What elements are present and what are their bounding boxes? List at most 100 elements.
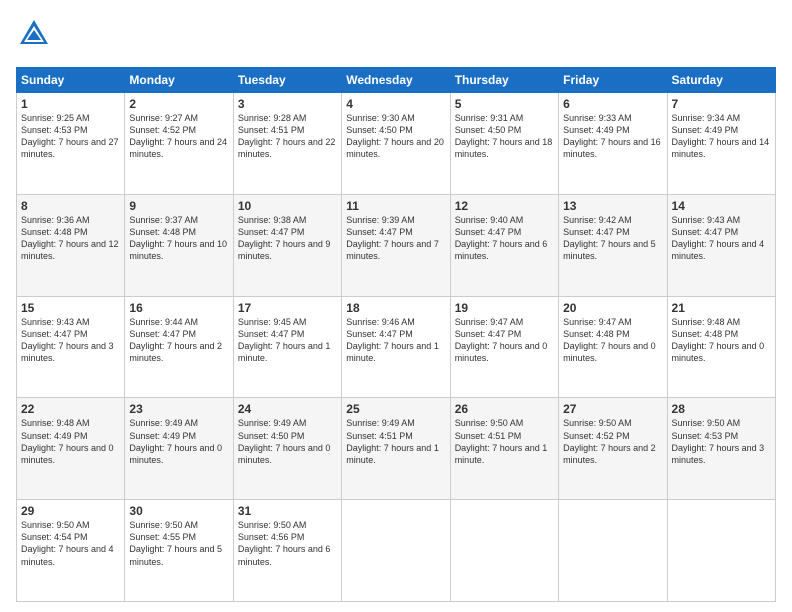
- day-number: 29: [21, 504, 120, 518]
- logo: [16, 16, 56, 57]
- calendar-cell: 14 Sunrise: 9:43 AMSunset: 4:47 PMDayligh…: [667, 194, 775, 296]
- calendar-cell: 25 Sunrise: 9:49 AMSunset: 4:51 PMDayligh…: [342, 398, 450, 500]
- calendar-cell: 20 Sunrise: 9:47 AMSunset: 4:48 PMDayligh…: [559, 296, 667, 398]
- day-info: Sunrise: 9:49 AMSunset: 4:50 PMDaylight:…: [238, 418, 331, 464]
- calendar-cell: 23 Sunrise: 9:49 AMSunset: 4:49 PMDayligh…: [125, 398, 233, 500]
- calendar-week-1: 1 Sunrise: 9:25 AMSunset: 4:53 PMDaylight…: [17, 93, 776, 195]
- day-number: 24: [238, 402, 337, 416]
- day-number: 5: [455, 97, 554, 111]
- day-info: Sunrise: 9:25 AMSunset: 4:53 PMDaylight:…: [21, 113, 119, 159]
- day-info: Sunrise: 9:46 AMSunset: 4:47 PMDaylight:…: [346, 317, 439, 363]
- calendar-cell: 5 Sunrise: 9:31 AMSunset: 4:50 PMDaylight…: [450, 93, 558, 195]
- day-number: 15: [21, 301, 120, 315]
- day-number: 9: [129, 199, 228, 213]
- day-info: Sunrise: 9:36 AMSunset: 4:48 PMDaylight:…: [21, 215, 119, 261]
- calendar-cell: 3Sunrise: 9:28 AMSunset: 4:51 PMDaylight…: [233, 93, 341, 195]
- day-number: 30: [129, 504, 228, 518]
- day-header-tuesday: Tuesday: [233, 68, 341, 93]
- day-info: Sunrise: 9:48 AMSunset: 4:48 PMDaylight:…: [672, 317, 765, 363]
- calendar-table: SundayMondayTuesdayWednesdayThursdayFrid…: [16, 67, 776, 602]
- calendar-cell: 30 Sunrise: 9:50 AMSunset: 4:55 PMDayligh…: [125, 500, 233, 602]
- day-info: Sunrise: 9:47 AMSunset: 4:48 PMDaylight:…: [563, 317, 656, 363]
- day-number: 28: [672, 402, 771, 416]
- calendar-week-5: 29 Sunrise: 9:50 AMSunset: 4:54 PMDayligh…: [17, 500, 776, 602]
- calendar-week-3: 15 Sunrise: 9:43 AMSunset: 4:47 PMDayligh…: [17, 296, 776, 398]
- day-number: 23: [129, 402, 228, 416]
- calendar-cell: 26 Sunrise: 9:50 AMSunset: 4:51 PMDayligh…: [450, 398, 558, 500]
- day-number: 31: [238, 504, 337, 518]
- day-info: Sunrise: 9:34 AMSunset: 4:49 PMDaylight:…: [672, 113, 770, 159]
- calendar-cell: [342, 500, 450, 602]
- day-info: Sunrise: 9:50 AMSunset: 4:52 PMDaylight:…: [563, 418, 656, 464]
- day-number: 11: [346, 199, 445, 213]
- logo-icon: [16, 16, 52, 57]
- day-number: 21: [672, 301, 771, 315]
- day-header-sunday: Sunday: [17, 68, 125, 93]
- calendar-cell: 17Sunrise: 9:45 AMSunset: 4:47 PMDayligh…: [233, 296, 341, 398]
- day-info: Sunrise: 9:50 AMSunset: 4:51 PMDaylight:…: [455, 418, 548, 464]
- calendar-cell: 29 Sunrise: 9:50 AMSunset: 4:54 PMDayligh…: [17, 500, 125, 602]
- calendar-cell: 4 Sunrise: 9:30 AMSunset: 4:50 PMDaylight…: [342, 93, 450, 195]
- day-info: Sunrise: 9:50 AMSunset: 4:54 PMDaylight:…: [21, 520, 114, 566]
- day-number: 17: [238, 301, 337, 315]
- calendar-cell: 24 Sunrise: 9:49 AMSunset: 4:50 PMDayligh…: [233, 398, 341, 500]
- day-header-saturday: Saturday: [667, 68, 775, 93]
- calendar-cell: 7Sunrise: 9:34 AMSunset: 4:49 PMDaylight…: [667, 93, 775, 195]
- day-info: Sunrise: 9:44 AMSunset: 4:47 PMDaylight:…: [129, 317, 222, 363]
- calendar-cell: 19Sunrise: 9:47 AMSunset: 4:47 PMDayligh…: [450, 296, 558, 398]
- calendar-cell: 10 Sunrise: 9:38 AMSunset: 4:47 PMDayligh…: [233, 194, 341, 296]
- day-info: Sunrise: 9:42 AMSunset: 4:47 PMDaylight:…: [563, 215, 656, 261]
- day-number: 26: [455, 402, 554, 416]
- day-info: Sunrise: 9:31 AMSunset: 4:50 PMDaylight:…: [455, 113, 553, 159]
- day-number: 27: [563, 402, 662, 416]
- day-number: 4: [346, 97, 445, 111]
- calendar-cell: 13Sunrise: 9:42 AMSunset: 4:47 PMDayligh…: [559, 194, 667, 296]
- calendar-cell: [667, 500, 775, 602]
- calendar-cell: 9 Sunrise: 9:37 AMSunset: 4:48 PMDaylight…: [125, 194, 233, 296]
- day-number: 16: [129, 301, 228, 315]
- day-number: 6: [563, 97, 662, 111]
- calendar-cell: 11Sunrise: 9:39 AMSunset: 4:47 PMDayligh…: [342, 194, 450, 296]
- day-number: 12: [455, 199, 554, 213]
- day-info: Sunrise: 9:43 AMSunset: 4:47 PMDaylight:…: [21, 317, 114, 363]
- calendar-cell: 6 Sunrise: 9:33 AMSunset: 4:49 PMDaylight…: [559, 93, 667, 195]
- day-number: 25: [346, 402, 445, 416]
- day-number: 3: [238, 97, 337, 111]
- calendar-week-2: 8 Sunrise: 9:36 AMSunset: 4:48 PMDaylight…: [17, 194, 776, 296]
- day-info: Sunrise: 9:49 AMSunset: 4:49 PMDaylight:…: [129, 418, 222, 464]
- day-info: Sunrise: 9:48 AMSunset: 4:49 PMDaylight:…: [21, 418, 114, 464]
- day-number: 18: [346, 301, 445, 315]
- day-info: Sunrise: 9:49 AMSunset: 4:51 PMDaylight:…: [346, 418, 439, 464]
- day-info: Sunrise: 9:38 AMSunset: 4:47 PMDaylight:…: [238, 215, 331, 261]
- calendar-cell: 1 Sunrise: 9:25 AMSunset: 4:53 PMDaylight…: [17, 93, 125, 195]
- day-number: 10: [238, 199, 337, 213]
- day-info: Sunrise: 9:50 AMSunset: 4:55 PMDaylight:…: [129, 520, 222, 566]
- calendar-cell: [450, 500, 558, 602]
- day-number: 2: [129, 97, 228, 111]
- day-info: Sunrise: 9:43 AMSunset: 4:47 PMDaylight:…: [672, 215, 765, 261]
- day-number: 14: [672, 199, 771, 213]
- calendar-cell: [559, 500, 667, 602]
- calendar-cell: 12Sunrise: 9:40 AMSunset: 4:47 PMDayligh…: [450, 194, 558, 296]
- day-number: 1: [21, 97, 120, 111]
- day-number: 20: [563, 301, 662, 315]
- header: [16, 16, 776, 57]
- calendar-cell: 2 Sunrise: 9:27 AMSunset: 4:52 PMDaylight…: [125, 93, 233, 195]
- calendar-cell: 22 Sunrise: 9:48 AMSunset: 4:49 PMDayligh…: [17, 398, 125, 500]
- day-header-thursday: Thursday: [450, 68, 558, 93]
- calendar-cell: 21 Sunrise: 9:48 AMSunset: 4:48 PMDayligh…: [667, 296, 775, 398]
- day-info: Sunrise: 9:30 AMSunset: 4:50 PMDaylight:…: [346, 113, 444, 159]
- day-info: Sunrise: 9:37 AMSunset: 4:48 PMDaylight:…: [129, 215, 227, 261]
- calendar-week-4: 22 Sunrise: 9:48 AMSunset: 4:49 PMDayligh…: [17, 398, 776, 500]
- day-header-friday: Friday: [559, 68, 667, 93]
- calendar-cell: 27 Sunrise: 9:50 AMSunset: 4:52 PMDayligh…: [559, 398, 667, 500]
- calendar-cell: 8 Sunrise: 9:36 AMSunset: 4:48 PMDaylight…: [17, 194, 125, 296]
- calendar-cell: 16 Sunrise: 9:44 AMSunset: 4:47 PMDayligh…: [125, 296, 233, 398]
- day-header-wednesday: Wednesday: [342, 68, 450, 93]
- day-number: 8: [21, 199, 120, 213]
- day-number: 19: [455, 301, 554, 315]
- day-number: 22: [21, 402, 120, 416]
- page: SundayMondayTuesdayWednesdayThursdayFrid…: [0, 0, 792, 612]
- day-info: Sunrise: 9:33 AMSunset: 4:49 PMDaylight:…: [563, 113, 661, 159]
- day-info: Sunrise: 9:27 AMSunset: 4:52 PMDaylight:…: [129, 113, 227, 159]
